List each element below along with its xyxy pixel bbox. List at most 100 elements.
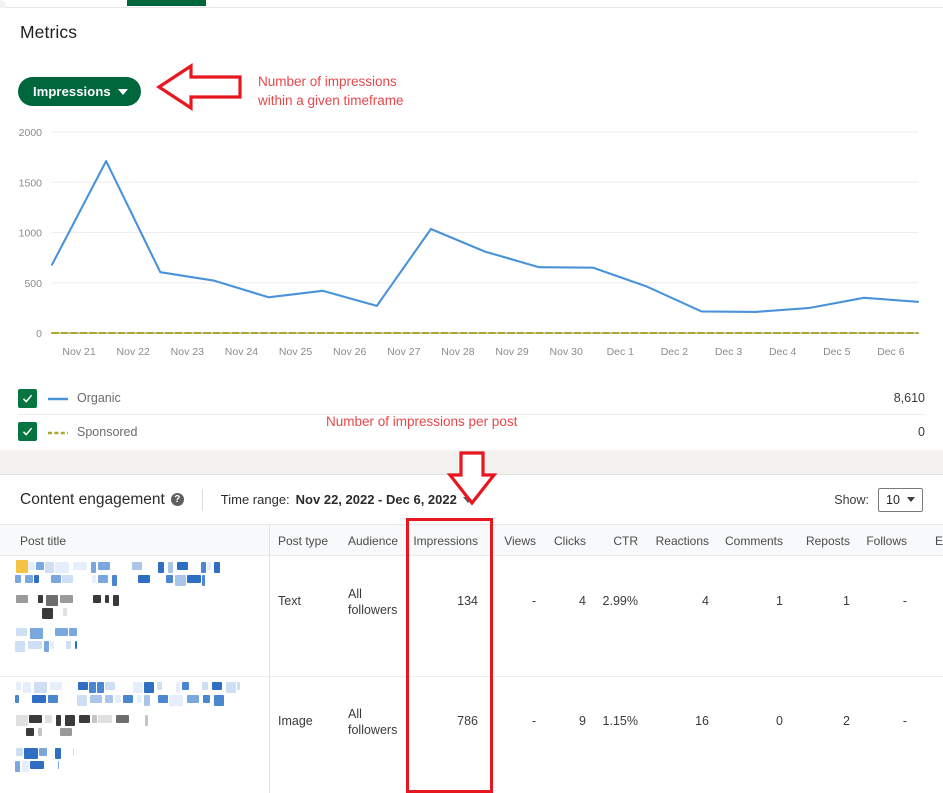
redacted-text-block: [55, 562, 69, 573]
legend-label-sponsored: Sponsored: [77, 424, 138, 439]
redacted-text-block: [105, 595, 109, 603]
column-header-post-title: Post title: [20, 534, 67, 548]
cell-follows: -: [902, 714, 907, 728]
redacted-text-block: [73, 562, 87, 570]
impressions-annotation-text: Number of impressions within a given tim…: [258, 74, 404, 108]
chart-svg: 0 500 1000 1500 2000 Nov 21 Nov 22 Nov 23 Nov 24…: [19, 127, 920, 358]
x-axis-tick-label: Nov 26: [333, 346, 366, 358]
content-engagement-title-text: Content engagement: [20, 490, 165, 508]
redacted-text-block: [46, 595, 58, 606]
redacted-text-block: [29, 715, 42, 723]
redacted-text-block: [50, 641, 54, 649]
redacted-text-block: [15, 575, 21, 583]
y-axis-tick-label: 1500: [19, 177, 43, 189]
content-engagement-table: Post type Audience Impressions Views Clicks C…: [0, 524, 943, 793]
page-title: Metrics: [20, 22, 78, 42]
redacted-text-block: [77, 695, 87, 706]
y-axis-tick-label: 500: [24, 278, 42, 290]
checkmark-icon: [22, 427, 33, 436]
y-axis-tick-label: 1000: [19, 228, 43, 240]
legend-value-sponsored: 0: [918, 424, 925, 439]
chart-series-line-organic: [50, 160, 920, 313]
redacted-text-block: [116, 715, 129, 723]
column-header-post-type[interactable]: Post type: [278, 534, 328, 548]
arrow-left-annotation: [155, 62, 243, 117]
redacted-text-block: [36, 562, 44, 570]
question-mark-icon[interactable]: ?: [170, 493, 184, 506]
redacted-text-block: [123, 695, 133, 703]
redacted-text-block: [158, 695, 168, 703]
metric-selector-label: Impressions: [33, 84, 111, 99]
x-axis-tick-label: Dec 3: [715, 346, 743, 358]
content-engagement-title: Content engagement ?: [20, 491, 184, 509]
redacted-text-block: [92, 715, 97, 723]
redacted-text-block: [69, 628, 77, 636]
x-axis-tick-label: Nov 28: [441, 346, 474, 358]
redacted-text-block: [60, 728, 72, 736]
redacted-text-block: [214, 695, 224, 706]
legend-checkbox-sponsored[interactable]: [18, 422, 37, 441]
redacted-text-block: [177, 562, 188, 570]
redacted-text-block: [39, 748, 47, 756]
post-title-row-separator: [0, 676, 270, 677]
legend-label-organic: Organic: [77, 391, 121, 405]
redacted-text-block: [15, 761, 20, 772]
redacted-text-block: [24, 748, 38, 759]
impressions-line-chart: 0 500 1000 1500 2000 Nov 21 Nov 22 Nov 23 Nov 24…: [0, 120, 943, 360]
legend-swatch-organic: [48, 389, 68, 407]
time-range-label: Time range:: [220, 492, 290, 507]
x-axis-tick-label: Nov 30: [550, 346, 583, 358]
redacted-text-block: [26, 728, 34, 736]
checkmark-icon: [22, 394, 33, 403]
redacted-text-block: [60, 595, 73, 603]
redacted-text-block: [42, 608, 53, 619]
redacted-text-block: [158, 562, 164, 573]
redacted-text-block: [44, 641, 49, 652]
column-header-e[interactable]: E: [935, 534, 943, 548]
header-divider: [201, 488, 203, 511]
redacted-text-block: [38, 728, 42, 736]
legend-row-organic[interactable]: Organic 8,610: [18, 382, 925, 415]
redacted-text-block: [58, 761, 59, 769]
redacted-text-block: [38, 595, 43, 603]
redacted-text-block: [214, 562, 220, 573]
active-tab-indicator[interactable]: [127, 0, 206, 6]
time-range-selector[interactable]: Time range: Nov 22, 2022 - Dec 6, 2022: [221, 492, 473, 507]
redacted-text-block: [175, 575, 186, 586]
page-corner-decoration: [0, 0, 6, 8]
legend-value-organic: 8,610: [893, 391, 925, 405]
redacted-text-block: [32, 695, 46, 703]
show-rows-select[interactable]: 10: [878, 487, 923, 512]
redacted-text-block: [105, 695, 113, 703]
post-title-header-cell: Post title: [0, 524, 269, 556]
redacted-text-block: [16, 715, 28, 726]
redacted-text-block: [98, 715, 112, 723]
post-title-cells: [0, 556, 270, 793]
x-axis-tick-label: Dec 2: [661, 346, 689, 358]
legend-swatch-sponsored: [48, 423, 68, 441]
redacted-text-block: [187, 575, 201, 583]
chevron-down-icon: [117, 88, 128, 95]
redacted-text-block: [91, 562, 96, 573]
redacted-text-block: [50, 682, 62, 690]
redacted-text-block: [22, 761, 29, 772]
redacted-text-block: [98, 575, 108, 583]
redacted-text-block: [48, 695, 58, 703]
chevron-down-icon: [906, 497, 915, 502]
redacted-text-block: [226, 682, 236, 693]
redacted-text-block: [15, 641, 25, 652]
redacted-text-block: [51, 575, 61, 583]
column-header-follows[interactable]: Follows: [787, 534, 907, 548]
x-axis-tick-label: Nov 24: [225, 346, 258, 358]
redacted-text-block: [27, 562, 35, 570]
redacted-text-block: [34, 682, 47, 693]
cell-follows: -: [902, 594, 907, 608]
redacted-text-block: [237, 682, 240, 690]
metric-selector-button[interactable]: Impressions: [18, 77, 141, 106]
redacted-text-block: [89, 682, 96, 693]
redacted-text-block: [203, 695, 210, 703]
x-axis-tick-label: Nov 25: [279, 346, 312, 358]
redacted-text-block: [45, 562, 54, 573]
legend-checkbox-organic[interactable]: [18, 388, 37, 408]
redacted-text-block: [92, 575, 96, 583]
